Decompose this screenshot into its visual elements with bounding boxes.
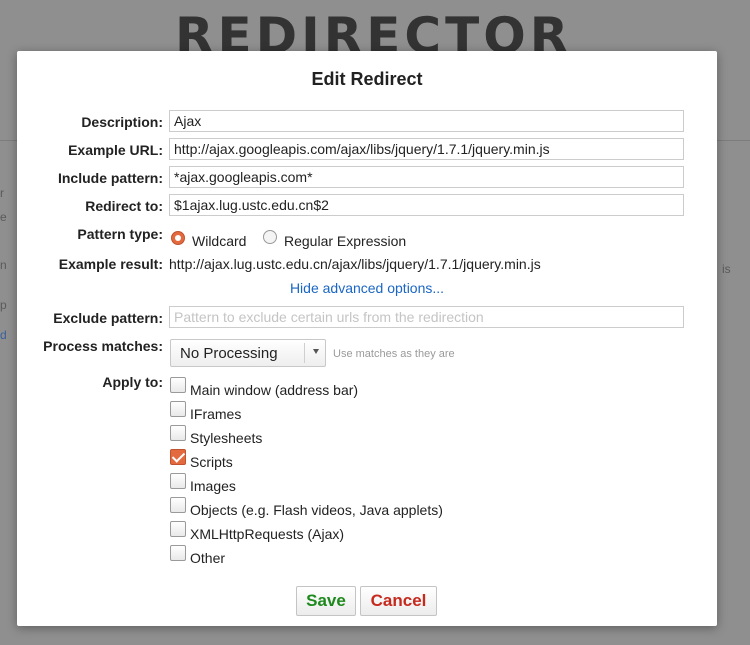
- xmlhttprequests-checkbox[interactable]: [170, 521, 186, 537]
- example-url-input[interactable]: [169, 138, 684, 160]
- images-label[interactable]: Images: [190, 478, 236, 494]
- wildcard-label[interactable]: Wildcard: [192, 233, 246, 249]
- apply-to-label: Apply to:: [102, 374, 163, 390]
- process-matches-select[interactable]: No Processing: [170, 339, 326, 367]
- objects-checkbox[interactable]: [170, 497, 186, 513]
- process-matches-hint: Use matches as they are: [333, 348, 455, 360]
- redirect-to-label: Redirect to:: [85, 198, 163, 214]
- background-fragment: is: [722, 262, 731, 276]
- description-label: Description:: [81, 114, 163, 130]
- stylesheets-label[interactable]: Stylesheets: [190, 430, 262, 446]
- iframes-checkbox[interactable]: [170, 401, 186, 417]
- example-url-label: Example URL:: [68, 142, 163, 158]
- background-fragment: d: [0, 328, 7, 342]
- description-input[interactable]: [169, 110, 684, 132]
- include-pattern-input[interactable]: [169, 166, 684, 188]
- images-checkbox[interactable]: [170, 473, 186, 489]
- xmlhttprequests-label[interactable]: XMLHttpRequests (Ajax): [190, 526, 344, 542]
- include-pattern-label: Include pattern:: [57, 170, 163, 186]
- regular-expression-label[interactable]: Regular Expression: [284, 233, 406, 249]
- background-fragment: e: [0, 210, 7, 224]
- save-button[interactable]: Save: [296, 586, 356, 616]
- objects-label[interactable]: Objects (e.g. Flash videos, Java applets…: [190, 502, 443, 518]
- background-fragment: n: [0, 258, 7, 272]
- main-window-label[interactable]: Main window (address bar): [190, 382, 358, 398]
- other-checkbox[interactable]: [170, 545, 186, 561]
- main-window-checkbox[interactable]: [170, 377, 186, 393]
- edit-redirect-dialog: Edit Redirect Description: Example URL: …: [17, 51, 717, 626]
- exclude-pattern-label: Exclude pattern:: [53, 310, 163, 326]
- iframes-label[interactable]: IFrames: [190, 406, 241, 422]
- process-matches-selected: No Processing: [180, 345, 278, 362]
- stylesheets-checkbox[interactable]: [170, 425, 186, 441]
- cancel-button[interactable]: Cancel: [360, 586, 437, 616]
- example-result-label: Example result:: [58, 256, 163, 272]
- hide-advanced-options-link[interactable]: Hide advanced options...: [17, 280, 717, 296]
- chevron-down-icon: [313, 349, 319, 354]
- scripts-label[interactable]: Scripts: [190, 454, 233, 470]
- scripts-checkbox[interactable]: [170, 449, 186, 465]
- exclude-pattern-input[interactable]: [169, 306, 684, 328]
- wildcard-radio[interactable]: [171, 231, 185, 245]
- background-fragment: p: [0, 298, 7, 312]
- background-fragment: r: [0, 186, 4, 200]
- select-divider: [304, 343, 305, 363]
- regular-expression-radio[interactable]: [263, 230, 277, 244]
- redirect-to-input[interactable]: [169, 194, 684, 216]
- pattern-type-label: Pattern type:: [77, 226, 163, 242]
- dialog-title: Edit Redirect: [311, 69, 423, 89]
- example-result-value: http://ajax.lug.ustc.edu.cn/ajax/libs/jq…: [169, 256, 541, 272]
- other-label[interactable]: Other: [190, 550, 225, 566]
- process-matches-label: Process matches:: [43, 338, 163, 354]
